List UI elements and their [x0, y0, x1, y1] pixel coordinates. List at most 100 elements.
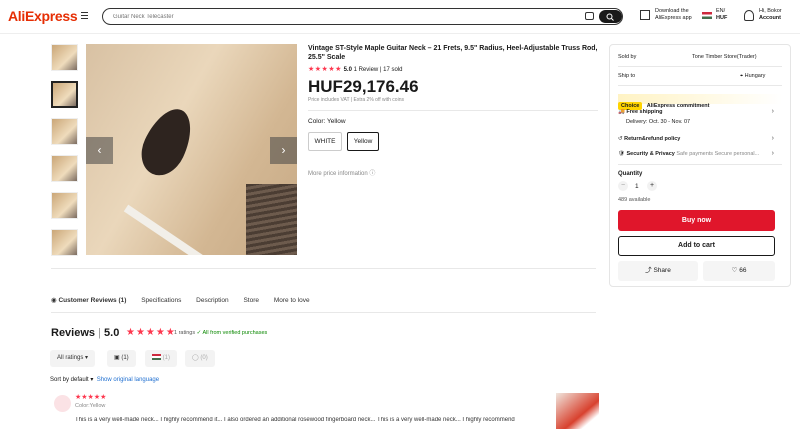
reviews-stars: ★★★★★	[126, 327, 176, 338]
thumbnail[interactable]	[51, 192, 78, 219]
filter-country[interactable]: (1)	[145, 350, 178, 367]
download-app[interactable]: Download the AliExpress app	[655, 8, 692, 22]
search-button[interactable]	[599, 10, 622, 23]
filter-count: (0)	[200, 355, 208, 361]
filter-comments[interactable]: ◯ (0)	[185, 350, 215, 367]
tab-reviews-label: Customer Reviews (1)	[58, 297, 127, 304]
tab-specifications[interactable]: Specifications	[141, 297, 181, 304]
ship-to-label: Ship to	[618, 73, 636, 79]
product-image: ‹ ›	[86, 44, 297, 255]
tax-note: Price includes VAT | Extra 2% off with c…	[308, 97, 404, 103]
header: AliExpress Download theAliExpress app EN…	[0, 0, 800, 34]
sold-by-label: Sold by	[618, 54, 637, 60]
wood-grain	[246, 184, 297, 255]
chevron-right-icon: ›	[771, 135, 774, 142]
sold-count: 17 sold	[383, 67, 403, 73]
share-button[interactable]: ⤴ Share	[618, 261, 698, 281]
option-yellow[interactable]: Yellow	[347, 132, 379, 151]
more-info-label: More price information	[308, 171, 368, 177]
qr-icon	[640, 10, 650, 20]
buy-now-button[interactable]: Buy now	[618, 210, 775, 231]
add-to-cart-button[interactable]: Add to cart	[618, 236, 775, 256]
search-input[interactable]	[113, 11, 553, 23]
return-policy[interactable]: ↺ Return&refund policy	[618, 136, 680, 142]
increase-qty-button[interactable]: +	[647, 181, 657, 191]
free-shipping-label: Free shipping	[626, 109, 663, 115]
ratings-count: 1 ratings	[174, 330, 196, 336]
decrease-qty-button[interactable]: −	[618, 181, 628, 191]
tab-store[interactable]: Store	[243, 297, 259, 304]
thumbnail-selected[interactable]	[51, 81, 78, 108]
language-currency[interactable]: EN/HUF	[716, 8, 727, 22]
rating-stars: ★★★★★	[308, 66, 342, 73]
review-photo[interactable]	[556, 393, 599, 429]
account-label: Account	[759, 15, 781, 21]
review-count[interactable]: 1 Review	[354, 67, 379, 73]
thumbnail-list	[51, 44, 79, 266]
aliexpress-logo[interactable]: AliExpress	[8, 8, 78, 24]
store-name[interactable]: Tone Timber Store(Trader)	[692, 54, 757, 60]
return-label: Return&refund policy	[624, 136, 681, 142]
avatar	[54, 395, 71, 412]
divider	[618, 85, 782, 86]
account-menu[interactable]: Hi, Bokor Account	[759, 8, 782, 22]
filter-all-ratings[interactable]: All ratings ▾	[50, 350, 96, 367]
download-line2: AliExpress app	[655, 15, 692, 21]
filter-count: (1)	[121, 355, 129, 361]
security-label: Security & Privacy	[626, 151, 675, 157]
thumbnail[interactable]	[51, 44, 78, 71]
free-shipping[interactable]: 🚚 Free shipping	[618, 109, 662, 115]
thumbnail[interactable]	[51, 118, 78, 145]
search-icon	[606, 13, 614, 21]
divider	[308, 110, 598, 111]
heart-icon: ♡	[731, 267, 738, 274]
thumbnail[interactable]	[51, 155, 78, 182]
available-count: 489 available	[618, 197, 651, 203]
ship-to-country: Hungary	[744, 73, 766, 79]
reviews-title: Reviews	[51, 327, 96, 339]
security-privacy[interactable]: 🛡 Security & Privacy Safe payments Secur…	[618, 151, 759, 157]
filter-photos[interactable]: ▣ (1)	[107, 350, 136, 367]
user-icon	[744, 10, 754, 21]
purchase-panel: Sold by Tone Timber Store(Trader) Ship t…	[609, 44, 791, 287]
reviews-heading: Reviews | 5.0	[51, 327, 120, 339]
color-label: Color: Yellow	[308, 118, 346, 125]
thumbnail[interactable]	[51, 229, 78, 256]
camera-icon[interactable]	[585, 12, 594, 20]
price: HUF29,176.46	[308, 77, 419, 96]
choice-banner: Choice AliExpress commitment	[618, 94, 782, 110]
search-bar	[102, 8, 623, 25]
option-white[interactable]: WHITE	[308, 132, 342, 151]
verified-icon: ✓	[196, 330, 202, 336]
ship-to[interactable]: ⌖ Hungary	[740, 73, 765, 80]
more-price-info[interactable]: More price information ⓘ	[308, 168, 375, 177]
divider	[51, 268, 596, 269]
tab-description[interactable]: Description	[196, 297, 229, 304]
quantity-value[interactable]: 1	[635, 183, 639, 190]
inlay-dot	[133, 101, 201, 183]
section-tabs: ◉ Customer Reviews (1) Specifications De…	[51, 296, 323, 304]
sort-dropdown[interactable]: Sort by default	[50, 377, 89, 383]
sort-row: Sort by default ▾ Show original language	[50, 377, 160, 383]
lang-line: EN/	[716, 8, 726, 14]
next-image-button[interactable]: ›	[270, 137, 297, 164]
menu-icon[interactable]	[81, 12, 88, 19]
show-original-link[interactable]: Show original language	[97, 377, 159, 383]
currency-line: HUF	[716, 15, 728, 21]
wishlist-button[interactable]: ♡ 66	[703, 261, 775, 281]
tab-more[interactable]: More to love	[274, 297, 310, 304]
download-line1: Download the	[655, 8, 689, 14]
rating-row: ★★★★★ 5.0 1 Review | 17 sold	[308, 66, 403, 73]
share-icon: ⤴	[645, 267, 652, 274]
flag-icon	[702, 12, 712, 19]
comment-icon: ◯	[192, 355, 199, 361]
security-sub: Safe payments Secure personal...	[676, 151, 760, 157]
product-title: Vintage ST-Style Maple Guitar Neck – 21 …	[308, 45, 598, 61]
prev-image-button[interactable]: ‹	[86, 137, 113, 164]
review-stars: ★★★★★	[75, 394, 107, 401]
tab-reviews[interactable]: ◉ Customer Reviews (1)	[51, 297, 126, 304]
chevron-right-icon: ›	[771, 150, 774, 157]
filter-count: (1)	[162, 355, 171, 361]
verified-note: All from verified purchases	[202, 330, 268, 336]
reviews-meta: 1 ratings ✓ All from verified purchases	[174, 330, 267, 336]
